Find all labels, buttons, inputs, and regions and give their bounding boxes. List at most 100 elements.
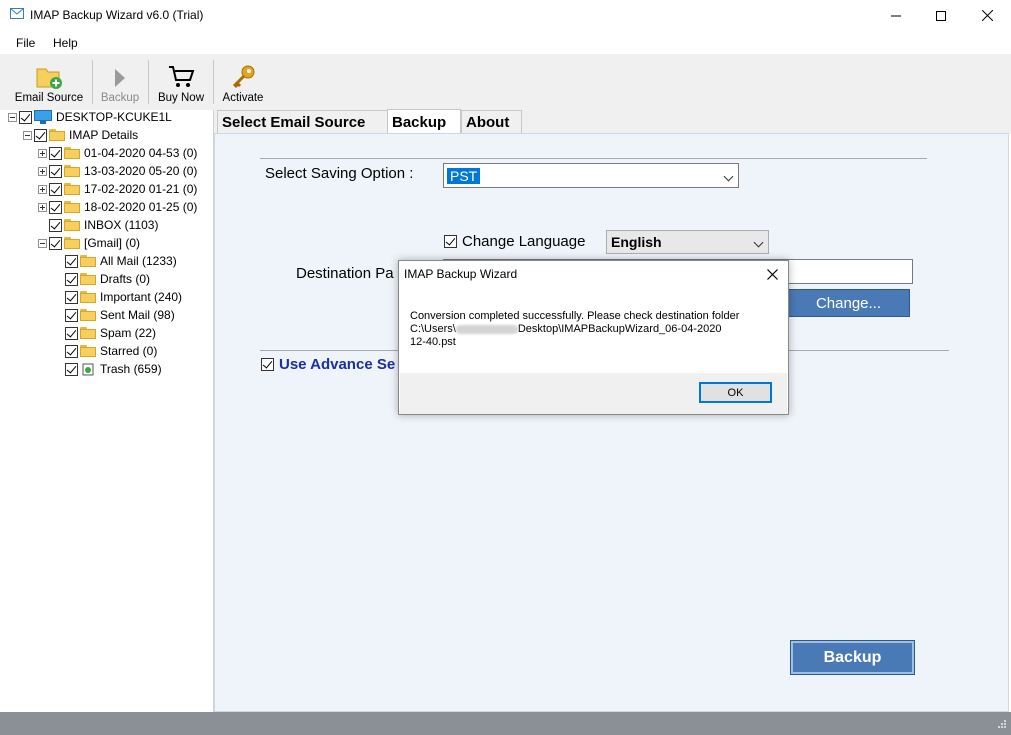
toolbar-separator (148, 60, 149, 104)
folder-checkbox[interactable] (65, 308, 78, 322)
folder-checkbox[interactable] (65, 326, 78, 340)
minimize-button[interactable] (873, 0, 919, 31)
saving-option-select[interactable]: PST (443, 163, 739, 188)
drafts-icon (80, 273, 96, 285)
buy-now-button[interactable]: Buy Now (152, 56, 210, 108)
tree-node-gmail[interactable]: [Gmail] (0) (38, 234, 140, 252)
collapse-icon[interactable] (8, 112, 17, 122)
tree-node-folder[interactable]: 18-02-2020 01-25 (0) (38, 198, 197, 216)
imap-details-label: IMAP Details (69, 128, 139, 142)
resize-grip-icon[interactable] (995, 719, 1007, 731)
folder-checkbox[interactable] (49, 200, 62, 214)
folder-label: Important (240) (100, 290, 183, 304)
imap-details-checkbox[interactable] (34, 128, 47, 142)
collapse-icon[interactable] (38, 238, 47, 248)
tree-node-imap-details[interactable]: IMAP Details (23, 126, 138, 144)
folder-label: Spam (22) (100, 326, 157, 340)
computer-icon (34, 110, 52, 124)
inbox-checkbox[interactable] (49, 218, 62, 232)
close-button[interactable] (964, 0, 1010, 31)
dialog-close-button[interactable] (758, 261, 786, 287)
folder-label: 18-02-2020 01-25 (0) (84, 200, 198, 214)
tree-root-desktop[interactable]: DESKTOP-KCUKE1L (8, 108, 172, 126)
change-language-checkbox[interactable] (444, 235, 457, 248)
tree-node-folder[interactable]: 17-02-2020 01-21 (0) (38, 180, 197, 198)
ok-button[interactable]: OK (699, 382, 772, 403)
menu-file[interactable]: File (13, 35, 38, 51)
folder-checkbox[interactable] (49, 146, 62, 160)
expand-icon[interactable] (38, 166, 47, 176)
tree-node-trash[interactable]: Trash (659) (65, 360, 162, 378)
folder-label: Starred (0) (100, 344, 158, 358)
menu-help[interactable]: Help (50, 35, 81, 51)
email-source-button[interactable]: Email Source (10, 56, 88, 108)
play-icon (115, 69, 125, 87)
folder-label: 17-02-2020 01-21 (0) (84, 182, 198, 196)
folder-checkbox[interactable] (49, 182, 62, 196)
folder-checkbox[interactable] (65, 362, 78, 376)
root-checkbox[interactable] (19, 110, 32, 124)
chevron-down-icon (753, 237, 764, 248)
folder-checkbox[interactable] (65, 254, 78, 268)
chevron-down-icon (723, 171, 734, 181)
folder-icon (64, 201, 80, 213)
backup-toolbar-label: Backup (100, 92, 140, 104)
backup-panel: Select Saving Option : PST Change Langua… (214, 133, 1009, 712)
tree-node-starred[interactable]: Starred (0) (65, 342, 157, 360)
folder-checkbox[interactable] (65, 344, 78, 358)
folder-label: Sent Mail (98) (100, 308, 175, 322)
folder-checkbox[interactable] (65, 290, 78, 304)
folder-label: Trash (659) (100, 362, 162, 376)
tree-node-sent-mail[interactable]: Sent Mail (98) (65, 306, 175, 324)
dialog-path-line: C:\Users\ Desktop\IMAPBackupWizard_06-04-… (410, 323, 770, 336)
folder-icon (80, 255, 96, 267)
tree-node-drafts[interactable]: Drafts (0) (65, 270, 150, 288)
tab-backup[interactable]: Backup (387, 109, 461, 134)
folder-tree: DESKTOP-KCUKE1L IMAP Details 01-04-2020 … (0, 110, 214, 712)
status-bar (0, 712, 1011, 735)
collapse-icon[interactable] (23, 130, 32, 140)
backup-toolbar-button[interactable]: Backup (96, 56, 144, 108)
folder-icon (80, 345, 96, 357)
saving-option-value: PST (447, 167, 481, 184)
conversion-complete-dialog: IMAP Backup Wizard Conversion completed … (398, 260, 789, 415)
tree-node-all-mail[interactable]: All Mail (1233) (65, 252, 177, 270)
toolbar: Email Source Backup Buy Now Activate (0, 54, 1011, 111)
toolbar-separator (92, 60, 93, 104)
change-language-label: Change Language (462, 233, 586, 250)
minimize-icon (891, 15, 901, 16)
tree-node-inbox[interactable]: INBOX (1103) (49, 216, 158, 234)
dialog-message-line: Conversion completed successfully. Pleas… (410, 310, 740, 322)
add-folder-icon (36, 68, 62, 89)
dialog-message-line: 12-40.pst (410, 336, 456, 348)
folder-label: 01-04-2020 04-53 (0) (84, 146, 198, 160)
close-icon (981, 10, 993, 21)
tree-node-folder[interactable]: 01-04-2020 04-53 (0) (38, 144, 197, 162)
activate-button[interactable]: Activate (217, 56, 269, 108)
backup-button[interactable]: Backup (790, 640, 915, 675)
advance-settings-checkbox[interactable] (261, 358, 274, 371)
email-source-label: Email Source (14, 92, 84, 104)
maximize-button[interactable] (918, 0, 964, 31)
folder-checkbox[interactable] (65, 272, 78, 286)
activate-label: Activate (222, 92, 264, 104)
language-value: English (611, 234, 662, 250)
gmail-checkbox[interactable] (49, 236, 62, 250)
tab-about[interactable]: About (461, 110, 522, 134)
tab-select-email-source[interactable]: Select Email Source (217, 110, 388, 134)
language-select[interactable]: English (606, 230, 769, 254)
tree-node-folder[interactable]: 13-03-2020 05-20 (0) (38, 162, 197, 180)
tree-node-important[interactable]: Important (240) (65, 288, 182, 306)
title-bar: IMAP Backup Wizard v6.0 (Trial) (0, 0, 1011, 31)
divider (260, 158, 927, 159)
expand-icon[interactable] (38, 148, 47, 158)
change-path-button[interactable]: Change... (787, 289, 910, 317)
tree-node-spam[interactable]: Spam (22) (65, 324, 156, 342)
dialog-path-prefix: C:\Users\ (410, 323, 456, 335)
expand-icon[interactable] (38, 202, 47, 212)
sent-icon (80, 309, 96, 321)
tab-bar: Select Email Source Backup About (214, 109, 1011, 134)
buy-now-label: Buy Now (157, 92, 205, 104)
expand-icon[interactable] (38, 184, 47, 194)
folder-checkbox[interactable] (49, 164, 62, 178)
